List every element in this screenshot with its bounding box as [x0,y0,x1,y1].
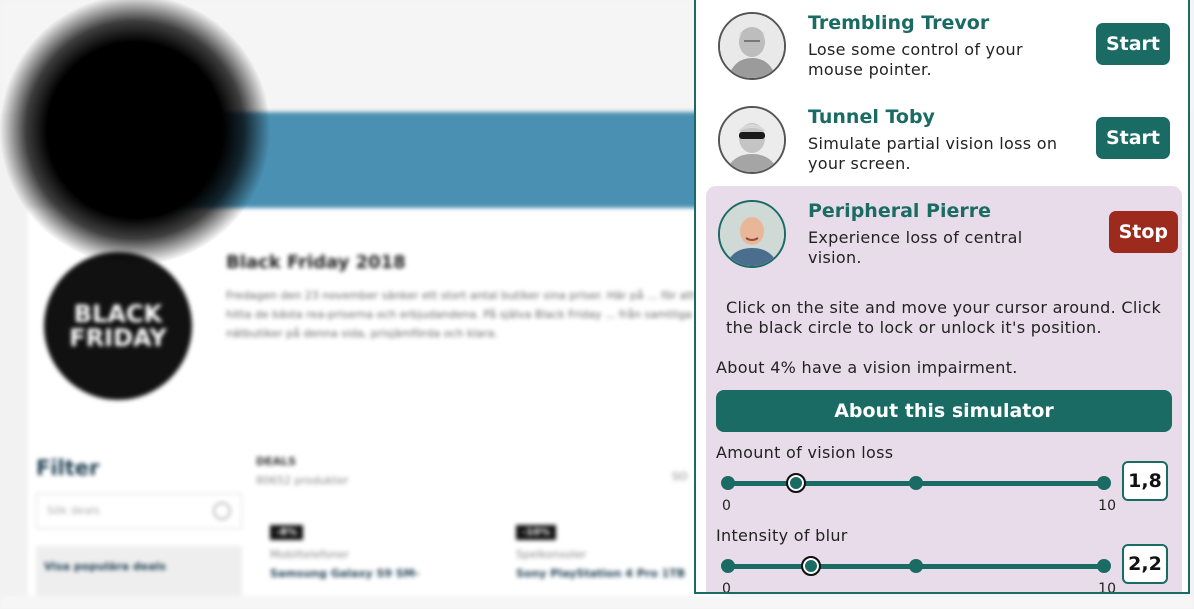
simulator-name: Tunnel Toby [808,106,935,128]
instructions-text: Click on the site and move your cursor a… [726,298,1162,337]
product-card[interactable]: -8% Mobiltelefoner Samsung Galaxy S9 SM- [270,520,490,580]
slider-tick [721,559,735,573]
slider-tick [1097,476,1111,490]
deal-search-input[interactable]: Sök deals [36,493,242,529]
simulator-trembling-trevor: Trembling Trevor Lose some control of yo… [708,6,1180,96]
blur-intensity-value: 2,2 [1122,544,1168,584]
simulator-name: Trembling Trevor [808,12,990,34]
vision-loss-value: 1,8 [1122,461,1168,501]
search-placeholder: Sök deals [47,504,100,517]
simulator-tunnel-toby: Tunnel Toby Simulate partial vision loss… [708,100,1180,190]
filter-title: Filter [36,456,100,480]
simulator-peripheral-pierre: Peripheral Pierre Experience loss of cen… [708,194,1180,284]
discount-badge: -8% [270,525,304,540]
simulator-name: Peripheral Pierre [808,200,991,222]
avatar [718,200,786,268]
blur-intensity-slider[interactable]: 0 10 [716,551,1116,592]
product-category: Mobiltelefoner [270,548,350,561]
cookie-bar [0,596,1194,609]
slider-tick [909,559,923,573]
vision-loss-slider[interactable]: 0 10 [716,468,1116,514]
slider-thumb[interactable] [785,473,806,493]
start-button[interactable]: Start [1095,23,1170,65]
simulator-description: Simulate partial vision loss on your scr… [808,134,1058,173]
sort-label: SO [672,470,688,483]
simulator-description: Lose some control of your mouse pointer. [808,40,1023,79]
start-button[interactable]: Start [1095,117,1170,159]
simulator-description: Experience loss of central vision. [808,228,1023,267]
page-intro: Fredagen den 23 november sänker ett stor… [226,289,696,340]
slider-tick [1097,559,1111,573]
about-simulator-button[interactable]: About this simulator [716,390,1172,432]
search-icon[interactable] [213,502,231,520]
page-title: Black Friday 2018 [226,252,406,273]
slider-tick [909,476,923,490]
product-name[interactable]: Samsung Galaxy S9 SM- [270,567,490,580]
slider-min: 0 [722,581,731,594]
slider-max: 10 [1098,498,1116,514]
popular-deals-link[interactable]: Visa populära deals [36,546,242,596]
slider-tick [721,476,735,490]
slider-min: 0 [722,498,731,514]
black-friday-logo: BLACK FRIDAY [44,252,192,400]
slider-thumb[interactable] [800,556,821,576]
deals-label: DEALS [256,455,297,468]
avatar [718,12,786,80]
discount-badge: -10% [516,525,557,540]
popular-deals-label: Visa populära deals [44,560,166,573]
deals-count: 80652 produkter [256,474,349,487]
slider-max: 10 [1098,581,1116,594]
vision-loss-circle[interactable] [0,0,270,265]
stat-text: About 4% have a vision impairment. [716,358,1018,377]
vision-loss-label: Amount of vision loss [716,443,894,462]
simulator-panel: Trembling Trevor Lose some control of yo… [694,0,1190,594]
blur-intensity-label: Intensity of blur [716,526,848,545]
avatar [718,106,786,174]
stop-button[interactable]: Stop [1108,211,1178,253]
